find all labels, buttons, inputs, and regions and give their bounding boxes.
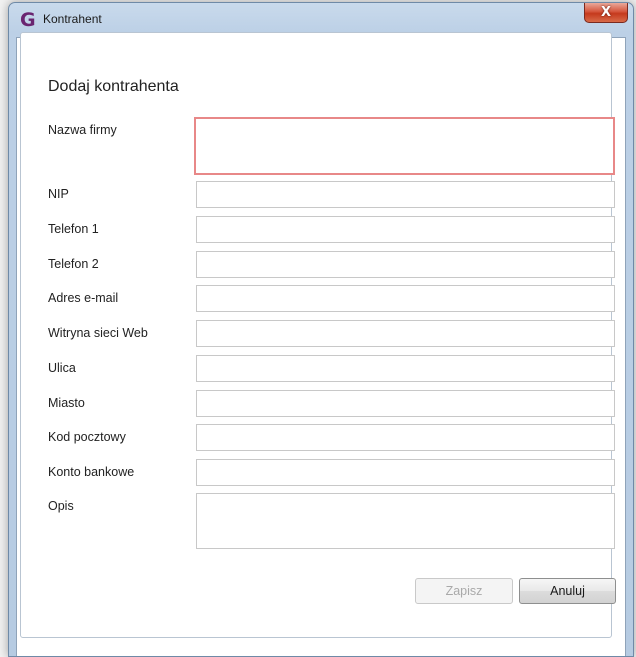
window-title: Kontrahent	[43, 12, 102, 26]
save-button[interactable]: Zapisz	[415, 578, 513, 604]
close-icon: X	[600, 5, 612, 20]
label-bank-account: Konto bankowe	[48, 465, 135, 479]
label-city: Miasto	[48, 396, 85, 410]
app-logo-icon: G	[20, 9, 36, 31]
website-field[interactable]	[196, 320, 615, 347]
label-phone-2: Telefon 2	[48, 257, 99, 271]
nip-field[interactable]	[196, 181, 615, 208]
label-phone-1: Telefon 1	[48, 222, 99, 236]
label-postal-code: Kod pocztowy	[48, 430, 126, 444]
phone-1-field[interactable]	[196, 216, 615, 243]
bank-account-field[interactable]	[196, 459, 615, 486]
label-email: Adres e-mail	[48, 291, 119, 305]
label-nip: NIP	[48, 187, 69, 201]
close-button[interactable]: X	[584, 3, 628, 23]
company-name-field[interactable]	[194, 117, 615, 175]
description-field[interactable]	[196, 493, 615, 549]
street-field[interactable]	[196, 355, 615, 382]
label-website: Witryna sieci Web	[48, 326, 148, 340]
postal-code-field[interactable]	[196, 424, 615, 451]
phone-2-field[interactable]	[196, 251, 615, 278]
email-field[interactable]	[196, 285, 615, 312]
city-field[interactable]	[196, 390, 615, 417]
form-heading: Dodaj kontrahenta	[48, 78, 179, 95]
label-company-name: Nazwa firmy	[48, 123, 117, 137]
label-description: Opis	[48, 499, 74, 513]
label-street: Ulica	[48, 361, 76, 375]
cancel-button[interactable]: Anuluj	[519, 578, 616, 604]
